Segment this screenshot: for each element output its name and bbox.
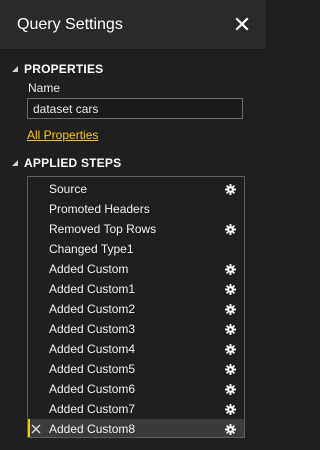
applied-steps-list: Source Promoted Headers Removed Top Rows Ch…	[27, 176, 245, 438]
gear-icon[interactable]	[225, 384, 236, 395]
applied-step-label: Added Custom2	[49, 302, 136, 316]
applied-steps-section-header[interactable]: APPLIED STEPS	[12, 155, 121, 171]
applied-step-row[interactable]: Changed Type1	[28, 239, 244, 259]
properties-section-label: PROPERTIES	[24, 62, 104, 76]
close-icon	[235, 17, 249, 31]
applied-step-label: Changed Type1	[49, 242, 134, 256]
gear-icon[interactable]	[225, 284, 236, 295]
collapse-triangle-icon[interactable]	[12, 160, 18, 166]
gear-icon[interactable]	[225, 304, 236, 315]
all-properties-link[interactable]: All Properties	[27, 128, 98, 142]
close-button[interactable]	[232, 14, 252, 34]
gear-icon[interactable]	[225, 344, 236, 355]
collapse-triangle-icon[interactable]	[12, 66, 18, 72]
applied-step-label: Promoted Headers	[49, 202, 150, 216]
gear-icon[interactable]	[225, 404, 236, 415]
applied-steps-section-label: APPLIED STEPS	[24, 156, 122, 170]
applied-step-label: Added Custom5	[49, 362, 136, 376]
query-settings-header: Query Settings	[0, 0, 266, 50]
applied-step-label: Added Custom4	[49, 342, 136, 356]
applied-step-row[interactable]: Added Custom3	[28, 319, 244, 339]
gear-icon[interactable]	[225, 364, 236, 375]
applied-step-row[interactable]: Promoted Headers	[28, 199, 244, 219]
applied-step-row[interactable]: Removed Top Rows	[28, 219, 244, 239]
applied-step-row[interactable]: Added Custom6	[28, 379, 244, 399]
gear-icon[interactable]	[225, 424, 236, 435]
applied-step-label: Added Custom3	[49, 322, 136, 336]
applied-step-label: Added Custom6	[49, 382, 136, 396]
applied-step-row[interactable]: Added Custom2	[28, 299, 244, 319]
name-label: Name	[28, 81, 61, 95]
delete-step-icon[interactable]	[31, 424, 41, 434]
properties-section-header[interactable]: PROPERTIES	[12, 61, 103, 77]
applied-step-label: Source	[49, 182, 88, 196]
applied-step-row[interactable]: Added Custom7	[28, 399, 244, 419]
applied-step-label: Removed Top Rows	[49, 222, 157, 236]
applied-step-label: Added Custom7	[49, 402, 136, 416]
panel-title: Query Settings	[17, 16, 123, 33]
gear-icon[interactable]	[225, 224, 236, 235]
applied-step-label: Added Custom1	[49, 282, 136, 296]
query-name-input[interactable]	[27, 98, 243, 119]
gear-icon[interactable]	[225, 324, 236, 335]
gear-icon[interactable]	[225, 264, 236, 275]
applied-step-row[interactable]: Added Custom	[28, 259, 244, 279]
applied-step-row[interactable]: Added Custom1	[28, 279, 244, 299]
applied-step-row[interactable]: Added Custom5	[28, 359, 244, 379]
applied-step-row[interactable]: Added Custom8	[28, 419, 244, 437]
applied-step-row[interactable]: Added Custom4	[28, 339, 244, 359]
applied-step-row[interactable]: Source	[28, 179, 244, 199]
applied-step-label: Added Custom8	[49, 422, 136, 436]
gear-icon[interactable]	[225, 184, 236, 195]
applied-step-label: Added Custom	[49, 262, 129, 276]
